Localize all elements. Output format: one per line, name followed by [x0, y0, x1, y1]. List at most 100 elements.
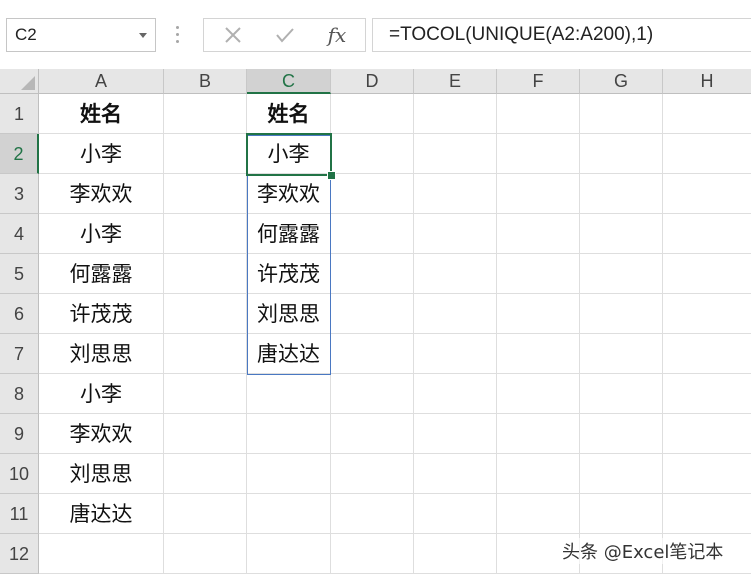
cell-g2[interactable]	[580, 134, 663, 174]
cell-c4[interactable]: 何露露	[247, 214, 331, 254]
cell-a12[interactable]	[39, 534, 164, 574]
cell-e11[interactable]	[414, 494, 497, 534]
drag-handle-icon[interactable]	[176, 26, 180, 44]
fill-handle[interactable]	[327, 171, 336, 180]
cell-e6[interactable]	[414, 294, 497, 334]
cell-h10[interactable]	[663, 454, 751, 494]
cell-d2[interactable]	[331, 134, 414, 174]
fx-icon[interactable]: fx	[322, 23, 352, 47]
row-header-3[interactable]: 3	[0, 174, 39, 214]
cell-f8[interactable]	[497, 374, 580, 414]
cell-h5[interactable]	[663, 254, 751, 294]
row-header-2[interactable]: 2	[0, 134, 39, 174]
cell-a8[interactable]: 小李	[39, 374, 164, 414]
cell-b7[interactable]	[164, 334, 247, 374]
cell-h3[interactable]	[663, 174, 751, 214]
cell-c5[interactable]: 许茂茂	[247, 254, 331, 294]
cell-g6[interactable]	[580, 294, 663, 334]
cell-e5[interactable]	[414, 254, 497, 294]
chevron-down-icon[interactable]	[139, 33, 147, 38]
cell-f10[interactable]	[497, 454, 580, 494]
cell-h4[interactable]	[663, 214, 751, 254]
row-header-12[interactable]: 12	[0, 534, 39, 574]
row-header-9[interactable]: 9	[0, 414, 39, 454]
column-header-c[interactable]: C	[247, 69, 331, 94]
cell-e4[interactable]	[414, 214, 497, 254]
column-header-f[interactable]: F	[497, 69, 580, 94]
cell-d10[interactable]	[331, 454, 414, 494]
cell-d5[interactable]	[331, 254, 414, 294]
cell-e10[interactable]	[414, 454, 497, 494]
row-header-5[interactable]: 5	[0, 254, 39, 294]
cell-f2[interactable]	[497, 134, 580, 174]
cell-a9[interactable]: 李欢欢	[39, 414, 164, 454]
column-header-h[interactable]: H	[663, 69, 751, 94]
cell-f11[interactable]	[497, 494, 580, 534]
cell-h8[interactable]	[663, 374, 751, 414]
cell-e7[interactable]	[414, 334, 497, 374]
cell-c6[interactable]: 刘思思	[247, 294, 331, 334]
cell-a1[interactable]: 姓名	[39, 94, 164, 134]
cell-d1[interactable]	[331, 94, 414, 134]
name-box[interactable]: C2	[6, 18, 156, 52]
cell-c10[interactable]	[247, 454, 331, 494]
row-header-7[interactable]: 7	[0, 334, 39, 374]
cell-c1[interactable]: 姓名	[247, 94, 331, 134]
cell-d12[interactable]	[331, 534, 414, 574]
cell-e2[interactable]	[414, 134, 497, 174]
cell-h9[interactable]	[663, 414, 751, 454]
cell-b12[interactable]	[164, 534, 247, 574]
cell-e9[interactable]	[414, 414, 497, 454]
cell-g3[interactable]	[580, 174, 663, 214]
cell-c3[interactable]: 李欢欢	[247, 174, 331, 214]
cell-a4[interactable]: 小李	[39, 214, 164, 254]
cell-h1[interactable]	[663, 94, 751, 134]
cell-c8[interactable]	[247, 374, 331, 414]
cell-h6[interactable]	[663, 294, 751, 334]
cell-a11[interactable]: 唐达达	[39, 494, 164, 534]
cell-d8[interactable]	[331, 374, 414, 414]
cell-f5[interactable]	[497, 254, 580, 294]
row-header-4[interactable]: 4	[0, 214, 39, 254]
cell-g4[interactable]	[580, 214, 663, 254]
cell-b3[interactable]	[164, 174, 247, 214]
cell-a3[interactable]: 李欢欢	[39, 174, 164, 214]
cell-f7[interactable]	[497, 334, 580, 374]
column-header-e[interactable]: E	[414, 69, 497, 94]
cell-f1[interactable]	[497, 94, 580, 134]
cell-g11[interactable]	[580, 494, 663, 534]
cell-a6[interactable]: 许茂茂	[39, 294, 164, 334]
cell-e8[interactable]	[414, 374, 497, 414]
select-all-button[interactable]	[0, 69, 39, 94]
cell-b1[interactable]	[164, 94, 247, 134]
cell-g5[interactable]	[580, 254, 663, 294]
cell-f3[interactable]	[497, 174, 580, 214]
cell-h7[interactable]	[663, 334, 751, 374]
cell-a5[interactable]: 何露露	[39, 254, 164, 294]
formula-input[interactable]: =TOCOL(UNIQUE(A2:A200),1)	[372, 18, 751, 52]
cell-c7[interactable]: 唐达达	[247, 334, 331, 374]
cell-d4[interactable]	[331, 214, 414, 254]
column-header-g[interactable]: G	[580, 69, 663, 94]
x-icon[interactable]	[218, 23, 248, 47]
column-header-d[interactable]: D	[331, 69, 414, 94]
cell-b6[interactable]	[164, 294, 247, 334]
cell-e1[interactable]	[414, 94, 497, 134]
cell-b8[interactable]	[164, 374, 247, 414]
cell-b4[interactable]	[164, 214, 247, 254]
cell-a10[interactable]: 刘思思	[39, 454, 164, 494]
row-header-1[interactable]: 1	[0, 94, 39, 134]
cell-d7[interactable]	[331, 334, 414, 374]
cell-c2[interactable]: 小李	[247, 134, 331, 174]
cell-g1[interactable]	[580, 94, 663, 134]
cell-g8[interactable]	[580, 374, 663, 414]
cell-f6[interactable]	[497, 294, 580, 334]
cell-h11[interactable]	[663, 494, 751, 534]
row-header-11[interactable]: 11	[0, 494, 39, 534]
cell-b5[interactable]	[164, 254, 247, 294]
cell-b2[interactable]	[164, 134, 247, 174]
cell-e12[interactable]	[414, 534, 497, 574]
row-header-6[interactable]: 6	[0, 294, 39, 334]
cell-g9[interactable]	[580, 414, 663, 454]
cell-d11[interactable]	[331, 494, 414, 534]
